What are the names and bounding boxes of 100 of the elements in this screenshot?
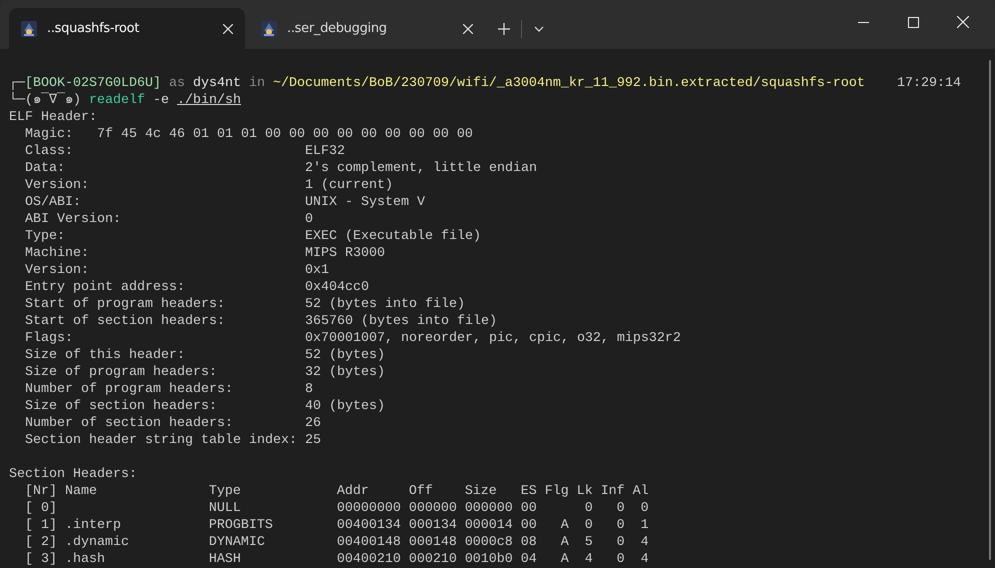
section-title: ELF Header: xyxy=(9,109,98,126)
app-icon xyxy=(21,20,37,36)
field-value: 52 (bytes) xyxy=(305,347,385,364)
table-cell-text: 4 xyxy=(640,534,649,551)
column-header: Off xyxy=(408,483,434,500)
prompt-word: as xyxy=(168,75,186,92)
table-cell: 04 xyxy=(520,551,537,568)
table-cell: [ 0] xyxy=(25,500,57,517)
field-value: 40 (bytes) xyxy=(305,398,385,415)
column-header: ES xyxy=(520,483,537,500)
field-label: Version: xyxy=(25,262,90,279)
field-value: 1 (current) xyxy=(305,177,393,194)
field-label: Magic: xyxy=(25,126,74,143)
table-cell-text: A xyxy=(560,534,569,551)
prompt-word: in xyxy=(248,75,266,92)
close-icon xyxy=(957,16,969,28)
field-value: 32 (bytes) xyxy=(305,364,385,381)
table-cell-text: A xyxy=(560,551,569,568)
field-label: Class: xyxy=(25,143,74,160)
tab-title: ..ser_debugging xyxy=(287,21,388,36)
table-cell: 000134 xyxy=(408,517,457,534)
tab[interactable]: ..squashfs-root xyxy=(9,8,245,49)
field-value: ELF32 xyxy=(305,143,345,160)
field-value: UNIX - System V xyxy=(305,194,425,211)
prompt-frame: ┌─ xyxy=(9,75,25,92)
field-value: 0 xyxy=(305,211,313,228)
table-cell-text: 1 xyxy=(640,517,649,534)
field-value: EXEC (Executable file) xyxy=(305,228,481,245)
field-value: 365760 (bytes into file) xyxy=(305,313,497,330)
table-cell: 000000 xyxy=(408,500,457,517)
column-header: Inf xyxy=(600,483,625,500)
caret-icon xyxy=(534,26,544,32)
field-value: 0x1 xyxy=(305,262,329,279)
table-cell-text: 0 xyxy=(616,551,625,568)
table-cell-text: 0 xyxy=(640,500,649,517)
command-option: -e xyxy=(145,93,178,108)
table-cell-text: 0 xyxy=(616,534,625,551)
section-title: Section Headers: xyxy=(9,466,138,483)
field-value: 0x404cc0 xyxy=(305,279,369,296)
prompt-frame: └─(๑¯∇¯๑) xyxy=(9,93,90,108)
timestamp: 17:29:14 xyxy=(897,75,961,92)
column-header: [Nr] xyxy=(25,483,57,500)
table-cell-text: .interp xyxy=(64,517,122,534)
host-name: [BOOK-02S7G0LD6U] xyxy=(25,75,161,92)
file-path: ./bin/sh xyxy=(177,93,242,108)
table-cell: 00 xyxy=(520,500,537,517)
table-cell: 000148 xyxy=(408,534,457,551)
table-cell-text: DYNAMIC xyxy=(208,534,266,551)
maximize-icon xyxy=(908,16,918,28)
table-cell-text: 5 xyxy=(584,534,593,551)
field-label: ABI Version: xyxy=(25,211,122,228)
field-label: Start of program headers: xyxy=(25,296,226,313)
table-cell: 00400210 xyxy=(336,551,401,568)
table-cell: 00 xyxy=(520,517,537,534)
field-value: 52 (bytes into file) xyxy=(305,296,465,313)
scrollbar[interactable] xyxy=(989,60,991,560)
plus-icon xyxy=(498,23,510,35)
field-label: Number of program headers: xyxy=(25,381,234,398)
command-name: readelf xyxy=(89,93,146,108)
table-cell: 000014 xyxy=(464,517,513,534)
field-value: 7f 45 4c 46 01 01 01 00 00 00 00 00 00 00 00 00 xyxy=(97,126,473,143)
field-value: 25 xyxy=(305,432,321,449)
table-cell: 00400148 xyxy=(336,534,401,551)
table-cell-text: 0 xyxy=(616,500,625,517)
table-cell: 000000 xyxy=(464,500,513,517)
table-cell-text: 4 xyxy=(640,551,649,568)
column-header: Size xyxy=(464,483,498,500)
field-label: OS/ABI: xyxy=(25,194,82,211)
table-cell-text: 0 xyxy=(584,500,593,517)
table-cell: [ 3] xyxy=(25,551,57,568)
table-cell-text: A xyxy=(560,517,569,534)
tab-title: ..squashfs-root xyxy=(47,21,140,36)
field-label: Version: xyxy=(25,177,90,194)
field-label: Start of section headers: xyxy=(25,313,226,330)
table-cell-text: 0 xyxy=(616,517,625,534)
field-value: 8 xyxy=(305,381,313,398)
column-header: Flg xyxy=(544,483,569,500)
column-header: Addr xyxy=(336,483,370,500)
field-label: Size of program headers: xyxy=(25,364,218,381)
table-cell: 08 xyxy=(520,534,537,551)
table-cell-text: .dynamic xyxy=(64,534,130,551)
app-icon xyxy=(261,20,277,36)
field-label: Data: xyxy=(25,160,66,177)
field-label: Section header string table index: xyxy=(25,432,298,449)
field-value: 0x70001007, noreorder, pic, cpic, o32, mips32r2 xyxy=(305,330,681,347)
field-label: Number of section headers: xyxy=(25,415,234,432)
table-cell-text: HASH xyxy=(208,551,242,568)
close-tab-icon[interactable] xyxy=(223,24,233,34)
field-value: MIPS R3000 xyxy=(305,245,385,262)
table-cell-text: .hash xyxy=(64,551,106,568)
close-tab-icon[interactable] xyxy=(463,24,473,34)
tab[interactable]: ..ser_debugging xyxy=(249,8,485,49)
field-value: 26 xyxy=(305,415,321,432)
field-label: Machine: xyxy=(25,245,90,262)
column-header: Type xyxy=(208,483,242,500)
column-header: Al xyxy=(632,483,649,500)
table-cell: 0000c8 xyxy=(464,534,513,551)
field-label: Entry point address: xyxy=(25,279,186,296)
table-cell: 000210 xyxy=(408,551,457,568)
table-cell: [ 2] xyxy=(25,534,57,551)
